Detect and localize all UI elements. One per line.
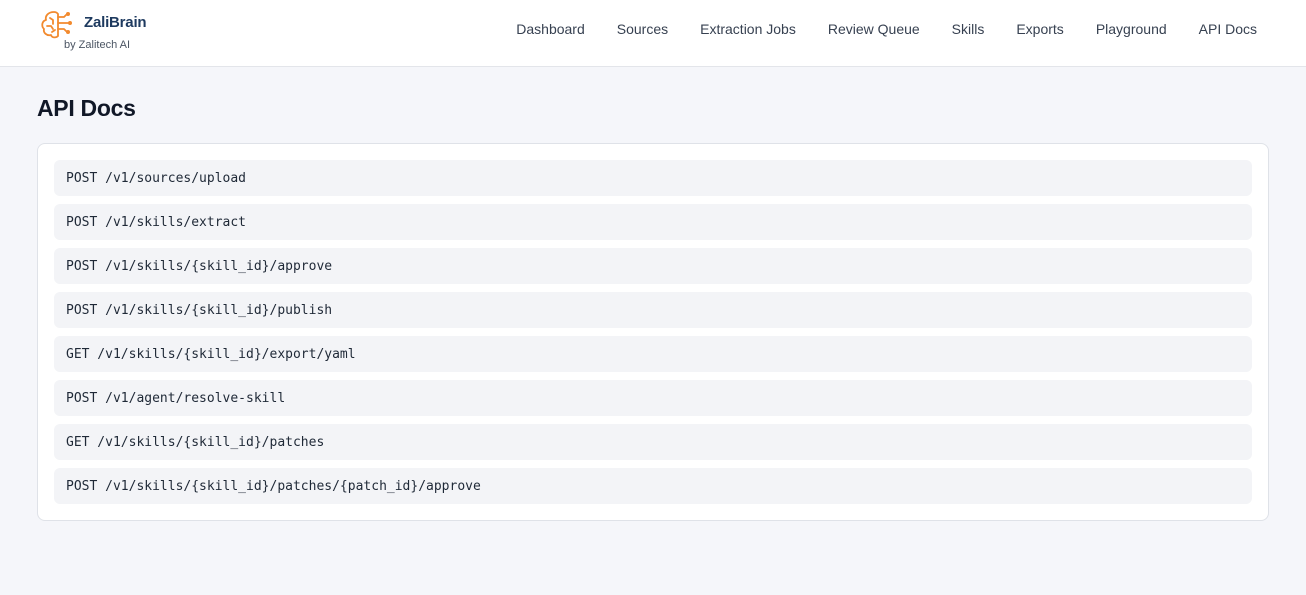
top-navbar: ZaliBrain by Zalitech AI Dashboard Sourc…: [0, 0, 1306, 67]
endpoint-item: POST /v1/sources/upload: [54, 160, 1252, 196]
brain-circuit-icon: [41, 11, 72, 39]
nav-playground[interactable]: Playground: [1080, 21, 1183, 37]
nav-exports[interactable]: Exports: [1000, 21, 1079, 37]
endpoint-item: GET /v1/skills/{skill_id}/patches: [54, 424, 1252, 460]
endpoint-item: POST /v1/skills/{skill_id}/publish: [54, 292, 1252, 328]
nav-sources[interactable]: Sources: [601, 21, 684, 37]
main-nav: Dashboard Sources Extraction Jobs Review…: [500, 0, 1273, 58]
nav-extraction-jobs[interactable]: Extraction Jobs: [684, 21, 812, 37]
brand-name: ZaliBrain: [84, 14, 147, 31]
endpoint-item: POST /v1/agent/resolve-skill: [54, 380, 1252, 416]
nav-skills[interactable]: Skills: [936, 21, 1001, 37]
endpoint-item: POST /v1/skills/extract: [54, 204, 1252, 240]
endpoint-item: POST /v1/skills/{skill_id}/patches/{patc…: [54, 468, 1252, 504]
nav-dashboard[interactable]: Dashboard: [500, 21, 601, 37]
brand[interactable]: ZaliBrain by Zalitech AI: [38, 8, 178, 56]
nav-api-docs[interactable]: API Docs: [1183, 21, 1273, 37]
endpoint-item: GET /v1/skills/{skill_id}/export/yaml: [54, 336, 1252, 372]
endpoint-list: POST /v1/sources/upload POST /v1/skills/…: [54, 160, 1252, 504]
endpoint-item: POST /v1/skills/{skill_id}/approve: [54, 248, 1252, 284]
brand-subtitle: by Zalitech AI: [64, 39, 131, 51]
nav-review-queue[interactable]: Review Queue: [812, 21, 936, 37]
page-title: API Docs: [37, 95, 136, 121]
endpoints-card: POST /v1/sources/upload POST /v1/skills/…: [37, 143, 1269, 521]
